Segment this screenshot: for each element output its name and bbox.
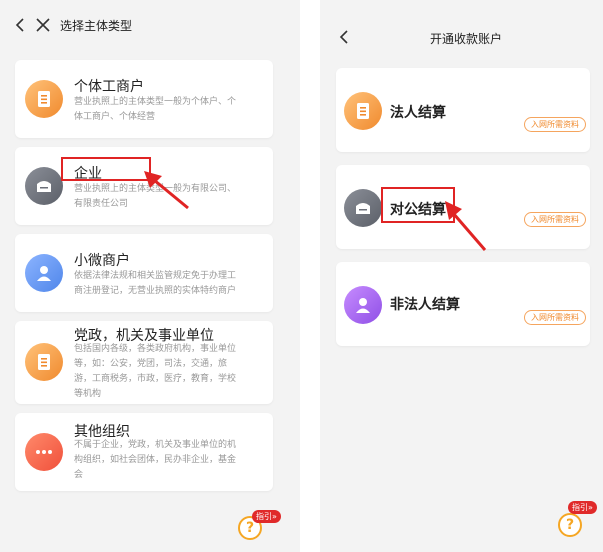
document-icon [344,92,382,130]
person-icon [25,254,63,292]
page-title: 开通收款账户 [430,32,503,46]
guide-badge[interactable]: 指引» [252,510,281,523]
page-title: 选择主体类型 [60,19,133,33]
person-icon [344,286,382,324]
back-arrow-icon[interactable] [14,17,26,33]
back-arrow-icon[interactable] [338,29,350,45]
entity-option-individual[interactable]: 个体工商户 营业执照上的主体类型一般为个体户、个 体工商户、个体经营 [15,60,273,138]
option-description: 包括国内各级，各类政府机构，事业单位 等，如：公安，党团，司法，交通，旅 游，工… [74,344,237,399]
highlight-box [61,157,151,181]
more-icon [25,433,63,471]
option-description: 营业执照上的主体类型一般为个体户、个 体工商户、个体经营 [74,97,237,122]
entity-option-other[interactable]: 其他组织 不属于企业，党政，机关及事业单位的机 构组织，如社会团体，民办非企业，… [15,413,273,491]
document-icon [25,80,63,118]
building-icon [25,167,63,205]
open-account-screen: 开通收款账户 法人结算 入网所需资料 对公结算 入网所需资料 非法人结算 入网所… [320,0,603,552]
required-docs-tag[interactable]: 入网所需资料 [524,310,586,325]
close-icon[interactable] [36,18,50,32]
option-name: 个体工商户 [74,79,144,95]
option-name: 小微商户 [74,253,130,269]
settle-option-non-legal-person[interactable]: 非法人结算 入网所需资料 [336,262,590,346]
option-description: 不属于企业，党政，机关及事业单位的机 构组织，如社会团体，民办非企业，基金 会 [74,440,237,480]
guide-badge[interactable]: 指引» [568,501,597,514]
help-button[interactable]: ? [558,513,582,537]
entity-option-micro-merchant[interactable]: 小微商户 依据法律法规和相关监管规定免于办理工 商注册登记，无营业执照的实体特约… [15,234,273,312]
pointer-arrow [144,171,189,210]
document-icon [25,343,63,381]
top-bar: 选择主体类型 [0,0,300,50]
required-docs-tag[interactable]: 入网所需资料 [524,117,586,132]
pointer-arrow [445,201,487,251]
top-bar: 开通收款账户 [320,0,603,50]
required-docs-tag[interactable]: 入网所需资料 [524,212,586,227]
building-icon [344,189,382,227]
settle-option-legal-person[interactable]: 法人结算 入网所需资料 [336,68,590,152]
option-name: 法人结算 [390,105,446,121]
entity-option-government[interactable]: 党政，机关及事业单位 包括国内各级，各类政府机构，事业单位 等，如：公安，党团，… [15,321,273,404]
option-description: 依据法律法规和相关监管规定免于办理工 商注册登记，无营业执照的实体特约商户 [74,271,237,296]
entity-type-screen: 选择主体类型 个体工商户 营业执照上的主体类型一般为个体户、个 体工商户、个体经… [0,0,300,552]
option-name: 非法人结算 [390,297,460,313]
